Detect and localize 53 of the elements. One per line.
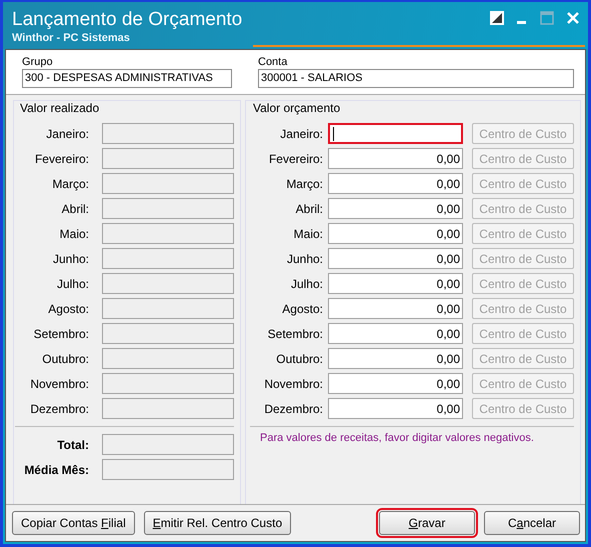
month-label: Setembro: — [266, 326, 323, 340]
month-label: Outubro: — [41, 352, 89, 366]
value-field[interactable] — [328, 123, 463, 144]
month-label: Maio: — [58, 226, 89, 240]
value-field[interactable]: 0,00 — [328, 173, 463, 194]
month-label: Agosto: — [281, 302, 323, 316]
month-label: Fevereiro: — [268, 152, 323, 166]
value-field[interactable]: 0,00 — [328, 248, 463, 269]
text-field[interactable]: 300 - DESPESAS ADMINISTRATIVAS — [22, 69, 232, 88]
month-label: Dezembro: — [29, 402, 89, 416]
month-label: Junho: — [286, 252, 323, 266]
value-field[interactable]: 0,00 — [328, 323, 463, 344]
group-title: Valor realizado — [18, 101, 102, 115]
value-field[interactable]: 0,00 — [328, 273, 463, 294]
action-button[interactable]: Emitir Rel. Centro Custo — [144, 511, 292, 535]
cancel-button[interactable]: Cancelar — [484, 511, 580, 535]
month-label: Novembro: — [29, 376, 89, 390]
total-label: Média Mês: — [23, 462, 89, 476]
value-field[interactable]: 0,00 — [328, 398, 463, 419]
field-label: Conta — [258, 56, 288, 69]
month-label: Setembro: — [32, 326, 89, 340]
group-title: Valor orçamento — [251, 101, 342, 115]
window-title: Lançamento de Orçamento — [12, 8, 242, 32]
month-label: Março: — [285, 176, 323, 190]
value-field[interactable]: 0,00 — [328, 198, 463, 219]
month-label: Maio: — [292, 226, 323, 240]
month-label: Junho: — [52, 252, 89, 266]
save-button[interactable]: Gravar — [379, 511, 475, 535]
action-button[interactable]: Copiar Contas Filial — [12, 511, 135, 535]
month-label: Agosto: — [47, 302, 89, 316]
month-label: Julho: — [56, 276, 89, 290]
month-label: Janeiro: — [45, 126, 89, 140]
close-icon[interactable] — [566, 11, 580, 25]
total-label: Total: — [56, 438, 89, 452]
month-label: Dezembro: — [263, 402, 323, 416]
month-label: Outubro: — [275, 352, 323, 366]
month-label: Março: — [51, 176, 89, 190]
value-field[interactable]: 0,00 — [328, 373, 463, 394]
month-label: Abril: — [60, 202, 89, 216]
month-label: Abril: — [294, 202, 323, 216]
month-label: Julho: — [290, 276, 323, 290]
month-label: Novembro: — [263, 376, 323, 390]
value-field[interactable]: 0,00 — [328, 148, 463, 169]
month-label: Fevereiro: — [34, 152, 89, 166]
month-label: Janeiro: — [279, 126, 323, 140]
field-label: Grupo — [22, 56, 54, 69]
value-field[interactable]: 0,00 — [328, 298, 463, 319]
window-subtitle: Winthor - PC Sistemas — [12, 32, 131, 45]
text-field[interactable]: 300001 - SALARIOS — [258, 69, 574, 88]
contrast-icon[interactable] — [490, 11, 504, 25]
value-field[interactable]: 0,00 — [328, 223, 463, 244]
note-text: Para valores de receitas, favor digitar valores negativos. — [259, 432, 535, 444]
value-field[interactable]: 0,00 — [328, 348, 463, 369]
